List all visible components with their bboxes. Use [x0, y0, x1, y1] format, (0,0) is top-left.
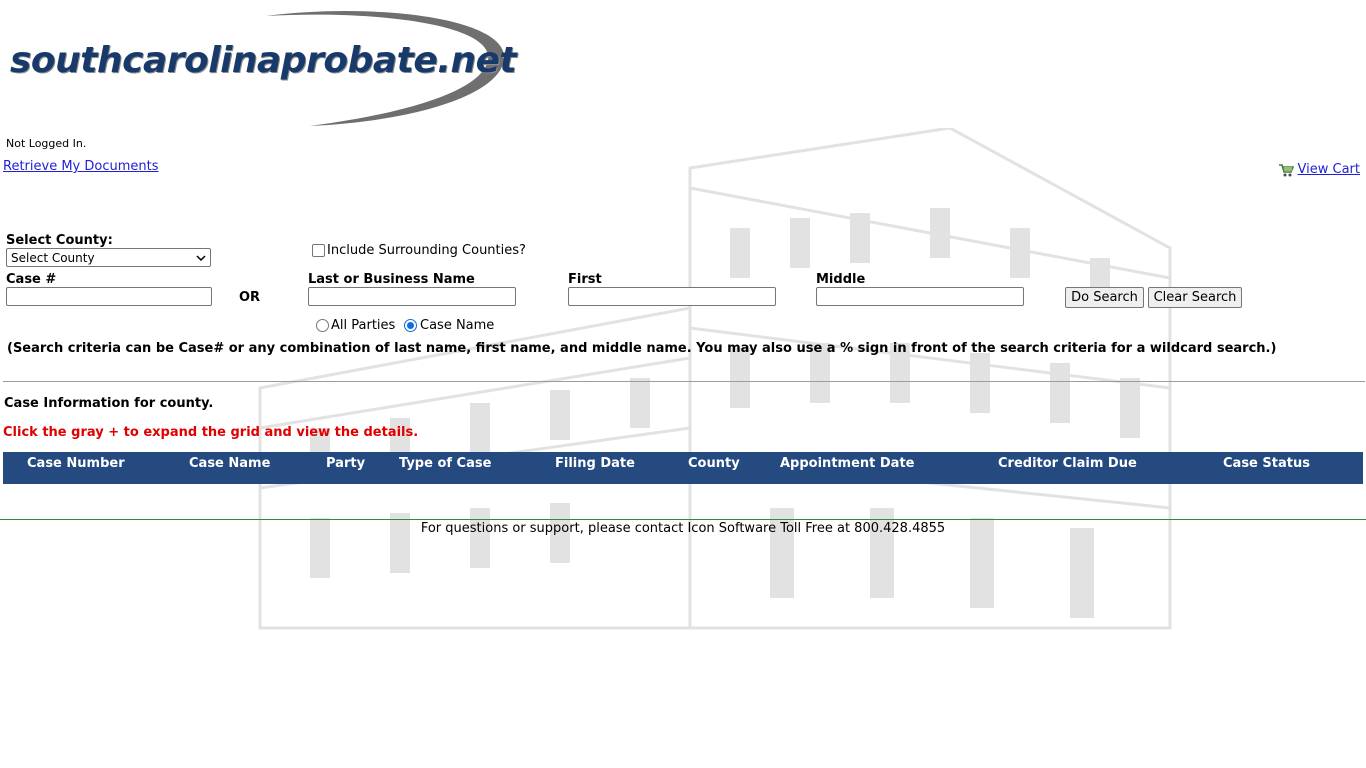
last-name-label: Last or Business Name	[308, 272, 475, 287]
do-search-button[interactable]: Do Search	[1065, 287, 1144, 308]
all-parties-radio[interactable]	[316, 319, 329, 332]
results-grid-header: Case Number Case Name Party Type of Case…	[3, 452, 1363, 484]
courthouse-watermark-image	[258, 128, 1172, 630]
or-label: OR	[239, 290, 261, 305]
middle-name-input[interactable]	[816, 287, 1024, 306]
county-select-value: Select County	[11, 250, 95, 265]
surrounding-counties-label: Include Surrounding Counties?	[327, 243, 526, 258]
logo-text: southcarolinaprobate.net	[10, 40, 517, 81]
expand-grid-hint: Click the gray + to expand the grid and …	[3, 425, 419, 440]
column-header-case-status[interactable]: Case Status	[1223, 456, 1310, 471]
footer-divider	[0, 519, 1366, 520]
site-logo: southcarolinaprobate.net	[4, 8, 517, 130]
divider	[3, 381, 1365, 382]
column-header-case-name[interactable]: Case Name	[189, 456, 270, 471]
case-info-heading: Case Information for county.	[4, 396, 214, 411]
column-header-county[interactable]: County	[688, 456, 740, 471]
view-cart-link[interactable]: View Cart	[1298, 162, 1360, 177]
select-county-label: Select County:	[6, 233, 113, 248]
case-number-input[interactable]	[6, 287, 212, 306]
case-name-label: Case Name	[420, 318, 495, 333]
case-name-radio[interactable]	[404, 319, 417, 332]
last-name-input[interactable]	[308, 287, 516, 306]
column-header-type-of-case[interactable]: Type of Case	[399, 456, 491, 471]
search-hint: (Search criteria can be Case# or any com…	[7, 341, 1277, 356]
column-header-filing-date[interactable]: Filing Date	[555, 456, 635, 471]
support-footer: For questions or support, please contact…	[420, 521, 946, 536]
first-name-input[interactable]	[568, 287, 776, 306]
surrounding-counties-checkbox[interactable]	[312, 244, 325, 257]
clear-search-button[interactable]: Clear Search	[1148, 287, 1242, 308]
shopping-cart-icon	[1278, 163, 1294, 176]
column-header-party[interactable]: Party	[326, 456, 365, 471]
county-select[interactable]: Select County	[6, 248, 211, 267]
first-name-label: First	[568, 272, 602, 287]
column-header-case-number[interactable]: Case Number	[27, 456, 125, 471]
case-number-label: Case #	[6, 272, 57, 287]
column-header-appointment-date[interactable]: Appointment Date	[780, 456, 914, 471]
retrieve-documents-link[interactable]: Retrieve My Documents	[3, 159, 159, 174]
middle-name-label: Middle	[816, 272, 866, 287]
case-name-option[interactable]: Case Name	[404, 318, 494, 333]
all-parties-option[interactable]: All Parties	[316, 318, 395, 333]
login-status: Not Logged In.	[6, 137, 87, 150]
surrounding-counties-option[interactable]: Include Surrounding Counties?	[312, 243, 526, 258]
chevron-down-icon	[196, 254, 206, 261]
view-cart[interactable]: View Cart	[1278, 162, 1360, 177]
all-parties-label: All Parties	[331, 318, 396, 333]
column-header-creditor-claim-due[interactable]: Creditor Claim Due	[998, 456, 1137, 471]
